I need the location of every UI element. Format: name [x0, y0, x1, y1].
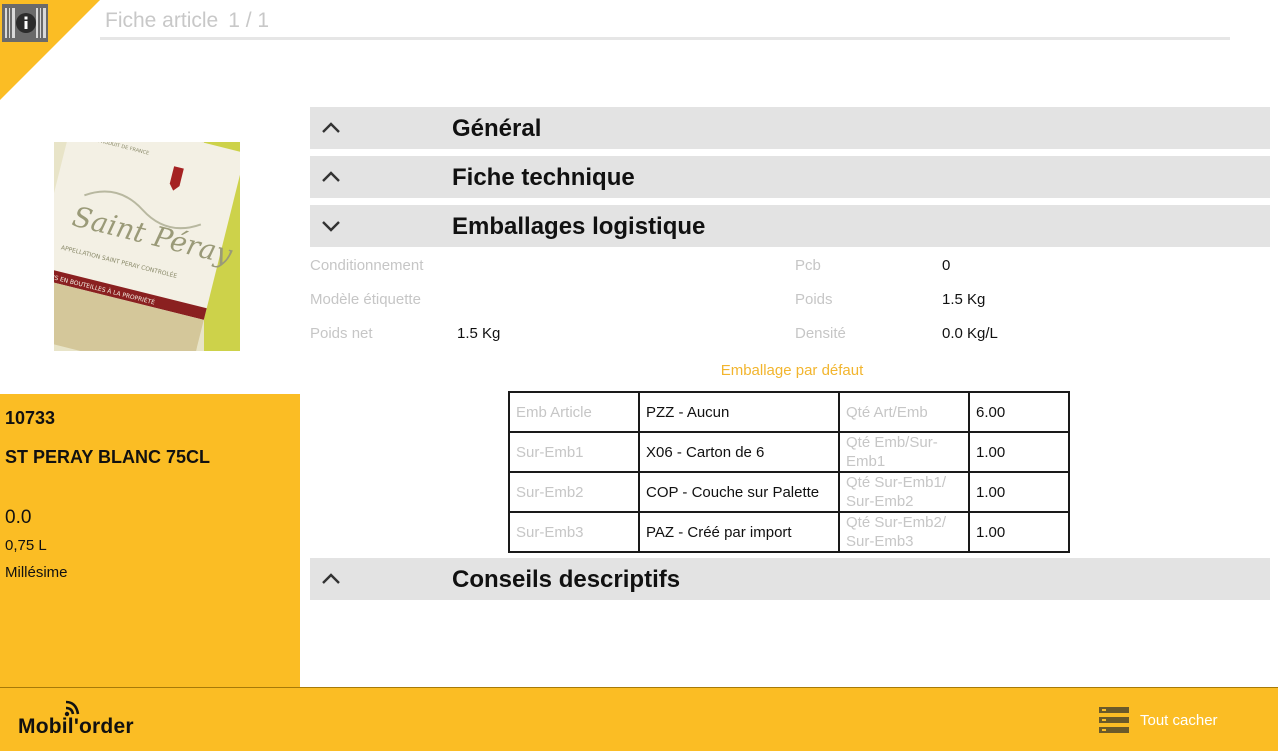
product-vintage-label: Millésime — [5, 564, 68, 581]
footer-bar: Mobil'order Tout cacher — [0, 687, 1278, 751]
pcb-label: Pcb — [795, 257, 821, 274]
section-technical-title: Fiche technique — [452, 164, 635, 191]
poids-net-value: 1.5 Kg — [457, 325, 501, 342]
list-icon — [1099, 707, 1129, 733]
conditionnement-label: Conditionnement — [310, 257, 424, 274]
table-cell-value: 1.00 — [968, 511, 1070, 553]
densite-value: 0.0 Kg/L — [942, 325, 998, 342]
table-cell-value: COP - Couche sur Palette — [638, 471, 840, 513]
default-packaging-caption: Emballage par défaut — [720, 362, 864, 379]
product-name: ST PERAY BLANC 75CL — [5, 447, 211, 467]
table-cell-value: 1.00 — [968, 471, 1070, 513]
packaging-table: Emb Article PZZ - Aucun Qté Art/Emb 6.00… — [508, 391, 1070, 553]
chevron-up-icon — [322, 122, 340, 133]
hide-all-button[interactable]: Tout cacher — [1098, 704, 1218, 736]
poids-value: 1.5 Kg — [942, 291, 986, 308]
section-advice-title: Conseils descriptifs — [452, 566, 681, 593]
product-image: Saint Péray APPELLATION SAINT PERAY CONT… — [54, 142, 240, 351]
header-divider — [100, 37, 1230, 40]
table-cell-key: Sur-Emb2 — [508, 471, 640, 513]
product-summary-panel: 10733 ST PERAY BLANC 75CL 0.0 0,75 L Mil… — [0, 394, 300, 687]
table-row: Sur-Emb2 COP - Couche sur Palette Qté Su… — [508, 471, 1070, 513]
section-technical[interactable]: Fiche technique — [310, 156, 1270, 198]
table-cell-key: Qté Art/Emb — [838, 391, 970, 433]
table-row: Emb Article PZZ - Aucun Qté Art/Emb 6.00 — [508, 391, 1070, 433]
table-cell-value: X06 - Carton de 6 — [638, 431, 840, 473]
section-advice[interactable]: Conseils descriptifs — [310, 558, 1270, 600]
table-cell-value: PZZ - Aucun — [638, 391, 840, 433]
poids-label: Poids — [795, 291, 833, 308]
product-price: 0.0 — [5, 507, 32, 528]
densite-label: Densité — [795, 325, 846, 342]
chevron-up-icon — [322, 573, 340, 584]
page-title: Fiche article 1 / 1 — [105, 9, 269, 33]
app-logo: Mobil'order — [18, 715, 134, 738]
table-cell-key: Qté Sur-Emb1/ Sur-Emb2 — [838, 471, 970, 513]
page-count: 1 / 1 — [228, 9, 270, 32]
section-general-title: Général — [452, 115, 542, 142]
table-cell-key: Sur-Emb1 — [508, 431, 640, 473]
section-packaging[interactable]: Emballages logistique — [310, 205, 1270, 247]
info-icon[interactable] — [2, 4, 48, 42]
modele-etiquette-label: Modèle étiquette — [310, 291, 421, 308]
page-title-text: Fiche article — [105, 9, 219, 32]
poids-net-label: Poids net — [310, 325, 373, 342]
table-cell-value: 6.00 — [968, 391, 1070, 433]
table-cell-key: Qté Sur-Emb2/ Sur-Emb3 — [838, 511, 970, 553]
table-cell-value: PAZ - Créé par import — [638, 511, 840, 553]
product-code: 10733 — [5, 408, 56, 428]
table-row: Sur-Emb3 PAZ - Créé par import Qté Sur-E… — [508, 511, 1070, 553]
table-cell-key: Sur-Emb3 — [508, 511, 640, 553]
hide-all-label: Tout cacher — [1140, 711, 1218, 729]
pcb-value: 0 — [942, 257, 951, 274]
chevron-up-icon — [322, 171, 340, 182]
table-row: Sur-Emb1 X06 - Carton de 6 Qté Emb/Sur-E… — [508, 431, 1070, 473]
table-cell-key: Emb Article — [508, 391, 640, 433]
chevron-down-icon — [322, 221, 340, 232]
table-cell-value: 1.00 — [968, 431, 1070, 473]
section-general[interactable]: Général — [310, 107, 1270, 149]
section-packaging-title: Emballages logistique — [452, 213, 706, 240]
table-cell-key: Qté Emb/Sur-Emb1 — [838, 431, 970, 473]
product-volume: 0,75 L — [5, 537, 47, 554]
